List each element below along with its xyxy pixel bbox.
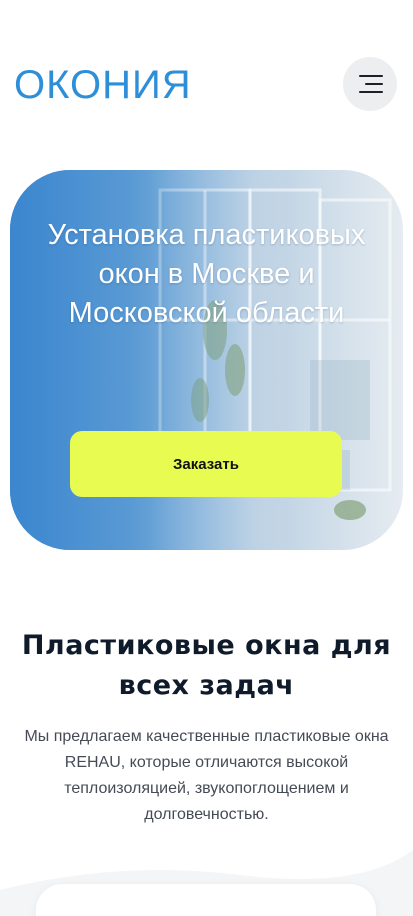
hero-title: Установка пластиковых окон в Москве и Мо… <box>47 219 366 329</box>
order-button[interactable]: Заказать <box>70 431 342 497</box>
menu-button[interactable] <box>343 57 397 111</box>
section-title: Пластиковые окна для всех задач <box>21 630 392 701</box>
logo[interactable]: ОКОНИЯ <box>14 62 192 108</box>
feature-card[interactable] <box>36 884 376 916</box>
header: ОКОНИЯ <box>0 0 413 150</box>
section-description: Мы предлагаем качественные пластиковые о… <box>24 728 389 823</box>
hero-banner: Установка пластиковых окон в Москве и Мо… <box>10 170 403 550</box>
hamburger-menu-icon <box>357 75 383 93</box>
